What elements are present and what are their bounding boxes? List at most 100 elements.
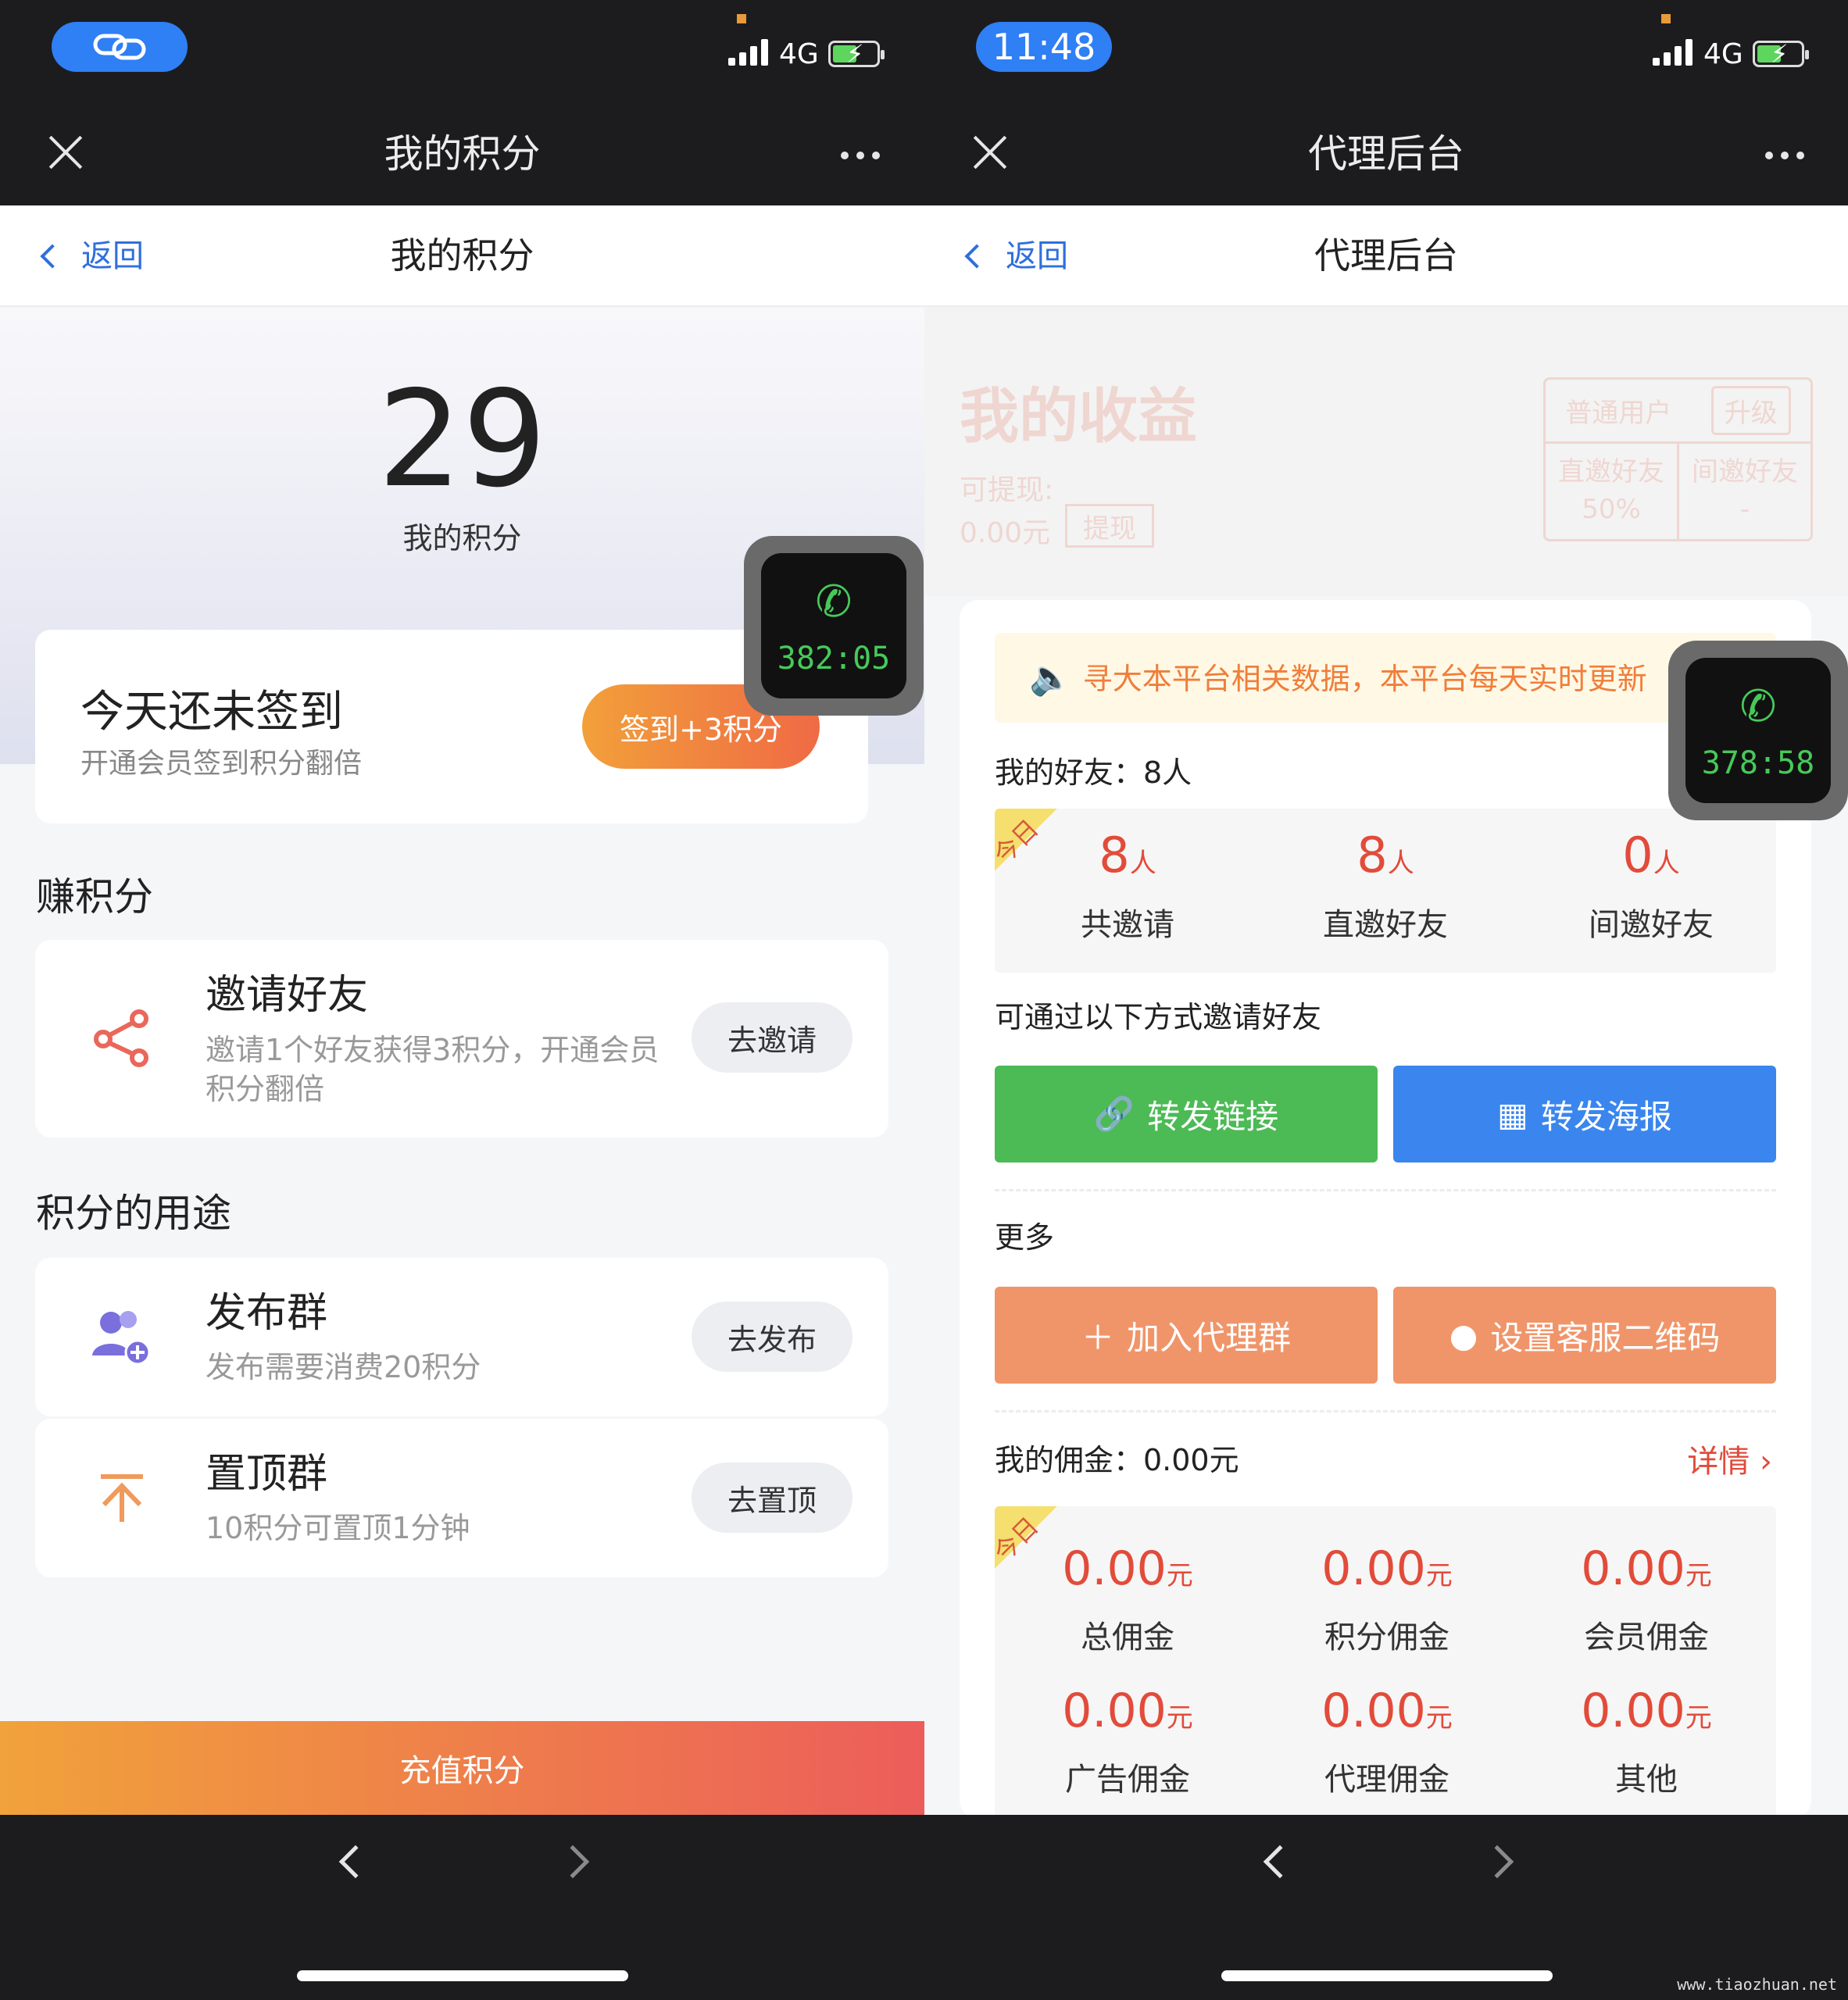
publish-title: 发布群	[206, 1290, 328, 1337]
stat-points-commission: 0.00元 积分佣金	[1270, 1538, 1504, 1657]
direct-label: 直邀好友	[1558, 456, 1664, 488]
page-title: 我的积分	[390, 234, 534, 277]
speaker-icon: 🔈	[1029, 658, 1072, 698]
stat-other-commission: 0.00元 其他	[1529, 1680, 1764, 1799]
network-label: 4G	[779, 38, 819, 70]
stat-value: 0.00	[1581, 1541, 1685, 1596]
share-icon	[87, 1002, 157, 1073]
direct-value: 50%	[1582, 494, 1641, 525]
page-content: 返回 我的积分 29 我的积分 今天还未签到 开通会员签到积分翻倍 签到+3积分…	[0, 205, 924, 1815]
link-pill[interactable]	[52, 22, 188, 72]
pin-button[interactable]: 去置顶	[692, 1462, 853, 1533]
upgrade-button[interactable]: 升级	[1710, 386, 1791, 435]
stat-unit: 元	[1166, 1702, 1193, 1734]
status-bar: 4G ⚡	[0, 0, 924, 98]
more-icon[interactable]	[841, 152, 880, 159]
page-content: 返回 代理后台 我的收益 可提现: 0.00元 提现 普通用户 升级 直邀好友 50…	[924, 205, 1848, 1815]
stat-total-invites: 8人 共邀请	[1049, 824, 1206, 945]
battery-icon: ⚡	[1753, 40, 1809, 68]
stat-value: 0.00	[1062, 1684, 1167, 1738]
stat-label: 共邀请	[1081, 907, 1174, 943]
withdrawable-label: 可提现:	[960, 474, 1054, 506]
points-value: 29	[377, 362, 547, 517]
user-type: 普通用户	[1565, 398, 1672, 429]
publish-button[interactable]: 去发布	[692, 1302, 853, 1372]
withdrawable-value: 0.00元	[960, 517, 1051, 549]
time-pill[interactable]: 11:48	[976, 22, 1112, 72]
stat-label: 广告佣金	[1065, 1762, 1190, 1798]
more-icon[interactable]	[1765, 152, 1804, 159]
stat-value: 0.00	[1321, 1684, 1426, 1738]
commission-label: 我的佣金：0.00元	[995, 1443, 1239, 1477]
publish-desc: 发布需要消费20积分	[206, 1350, 481, 1384]
set-qr-button[interactable]: ● 设置客服二维码	[1393, 1287, 1776, 1384]
signin-subtitle: 开通会员签到积分翻倍	[80, 748, 363, 780]
chevron-right-icon: ›	[1760, 1444, 1772, 1480]
friend-stats: 今日 8人 共邀请 8人 直邀好友 0人 间邀好友	[995, 809, 1776, 973]
battery-icon: ⚡	[828, 40, 885, 68]
stat-total-commission: 0.00元 总佣金	[1010, 1538, 1245, 1657]
share-poster-label: 转发海报	[1540, 1097, 1672, 1136]
plus-icon: ＋	[1081, 1318, 1114, 1357]
stat-label: 总佣金	[1081, 1620, 1174, 1655]
publish-card: 发布群 发布需要消费20积分 去发布	[35, 1258, 888, 1416]
call-timer: 378:58	[1701, 745, 1815, 781]
link-icon	[93, 34, 146, 60]
signal-icon	[728, 39, 768, 66]
stat-value: 0.00	[1062, 1541, 1167, 1596]
stat-label: 代理佣金	[1324, 1762, 1449, 1798]
join-group-button[interactable]: ＋ 加入代理群	[995, 1287, 1378, 1384]
home-indicator	[297, 1970, 628, 1981]
group-add-icon	[87, 1302, 157, 1372]
home-indicator	[1221, 1970, 1553, 1981]
link-icon: 🔗	[1093, 1095, 1135, 1133]
join-group-label: 加入代理群	[1127, 1318, 1292, 1357]
right-phone-screen: 11:48 4G ⚡ 代理后台 返回 代理后台 我的收益 可提现: 0.00元 …	[924, 0, 1848, 2000]
nav-title: 代理后台	[1308, 131, 1464, 177]
left-phone-screen: 4G ⚡ 我的积分 返回 我的积分 29 我的积分 今天还未签到 开通会员签到积…	[0, 0, 924, 2000]
ribbon-text: 今日	[995, 813, 1045, 870]
stat-unit: 人	[1653, 848, 1680, 879]
more-label: 更多	[995, 1220, 1055, 1255]
indicator-dot	[737, 14, 746, 23]
invite-button[interactable]: 去邀请	[692, 1002, 853, 1073]
call-widget[interactable]: ✆ 378:58	[1668, 641, 1848, 820]
stat-label: 其他	[1615, 1762, 1678, 1798]
sub-header: 返回 我的积分	[0, 205, 924, 307]
stat-unit: 元	[1685, 1560, 1712, 1591]
divider	[995, 1410, 1776, 1412]
stat-unit: 元	[1685, 1702, 1712, 1734]
user-icon: ●	[1449, 1316, 1478, 1355]
signal-icon	[1653, 39, 1693, 66]
indicator-dot	[1661, 14, 1671, 23]
recharge-button[interactable]: 充值积分	[0, 1721, 924, 1815]
stat-direct-invites: 8人 直邀好友	[1292, 824, 1479, 945]
user-level-table: 普通用户 升级 直邀好友 50% 间邀好友 -	[1543, 377, 1813, 541]
detail-link[interactable]: 详情 ›	[1687, 1436, 1772, 1481]
phone-icon: ✆	[1739, 681, 1777, 732]
stat-label: 直邀好友	[1323, 907, 1448, 943]
share-link-button[interactable]: 🔗 转发链接	[995, 1066, 1378, 1162]
usage-section-title: 积分的用途	[36, 1191, 231, 1236]
earn-section-title: 赚积分	[36, 874, 153, 920]
withdraw-button[interactable]: 提现	[1065, 504, 1154, 548]
network-label: 4G	[1703, 38, 1743, 70]
friends-label: 我的好友：8人	[995, 755, 1192, 790]
stat-member-commission: 0.00元 会员佣金	[1529, 1538, 1764, 1657]
nav-title: 我的积分	[384, 131, 541, 177]
pin-desc: 10积分可置顶1分钟	[206, 1511, 470, 1545]
invite-title: 邀请好友	[206, 972, 369, 1019]
invite-desc: 邀请1个好友获得3积分，开通会员积分翻倍	[206, 1033, 659, 1106]
stat-value: 8	[1099, 827, 1130, 884]
share-poster-button[interactable]: ▦ 转发海报	[1393, 1066, 1776, 1162]
stat-unit: 元	[1166, 1560, 1193, 1591]
watermark: www.tiaozhuan.net	[1669, 1972, 1845, 1997]
stat-value: 0.00	[1581, 1684, 1685, 1738]
call-widget[interactable]: ✆ 382:05	[744, 536, 924, 716]
indirect-label: 间邀好友	[1692, 456, 1798, 488]
sub-header: 返回 代理后台	[924, 205, 1848, 307]
invite-card: 邀请好友 邀请1个好友获得3积分，开通会员积分翻倍 去邀请	[35, 940, 888, 1138]
pin-card: 置顶群 10积分可置顶1分钟 去置顶	[35, 1419, 888, 1577]
notice-text: 寻大本平台相关数据，本平台每天实时更新	[1082, 662, 1647, 696]
stat-label: 会员佣金	[1584, 1620, 1709, 1655]
